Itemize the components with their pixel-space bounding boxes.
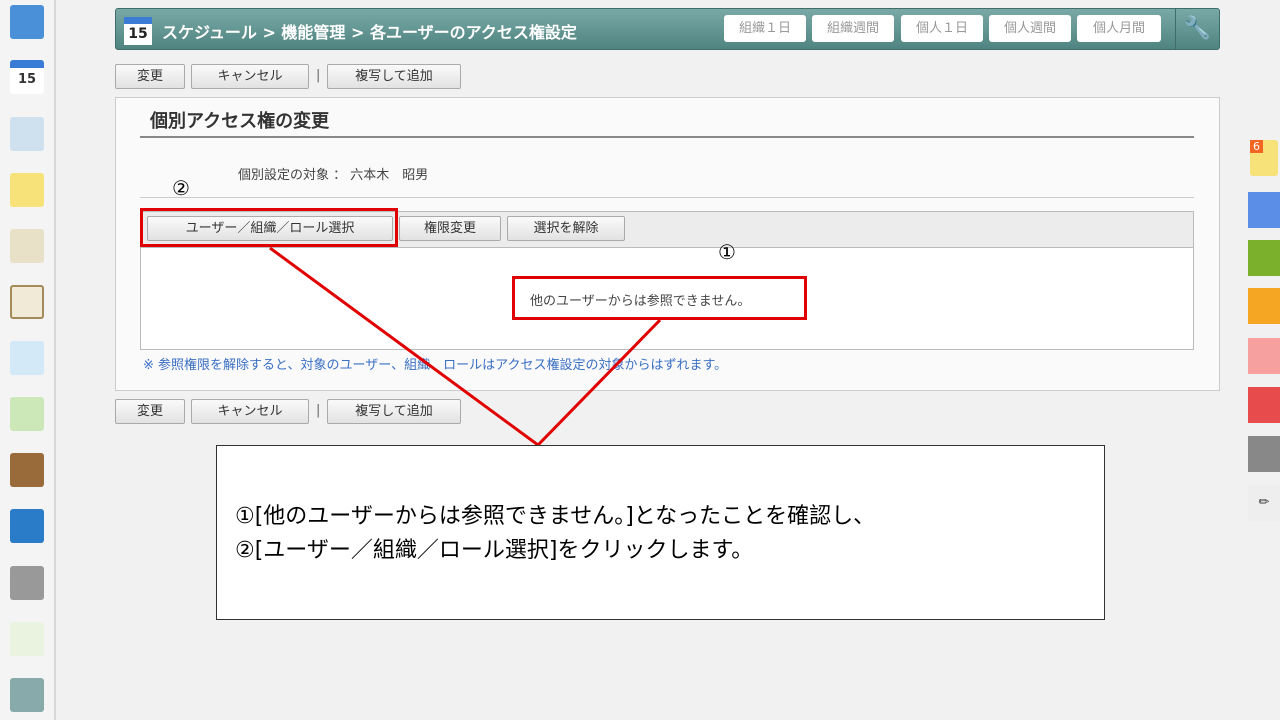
notification-badge: 6 [1250,140,1263,153]
pencil-icon[interactable]: ✏ [1248,485,1280,521]
color-tab-orange[interactable] [1248,288,1280,324]
color-tab-pink[interactable] [1248,338,1280,374]
callout-line-2: ②[ユーザー／組織／ロール選択]をクリックします。 [235,538,754,563]
notification-icon[interactable]: 6 [1250,140,1278,176]
color-tab-red[interactable] [1248,387,1280,423]
callout-box: ①[他のユーザーからは参照できません。]となったことを確認し、 ②[ユーザー／組… [216,445,1105,620]
callout-line-1: ①[他のユーザーからは参照できません。]となったことを確認し、 [235,504,876,529]
color-tab-green[interactable] [1248,240,1280,276]
pointer-line [269,246,662,447]
color-tab-gray[interactable] [1248,436,1280,472]
color-tab-blue[interactable] [1248,192,1280,228]
